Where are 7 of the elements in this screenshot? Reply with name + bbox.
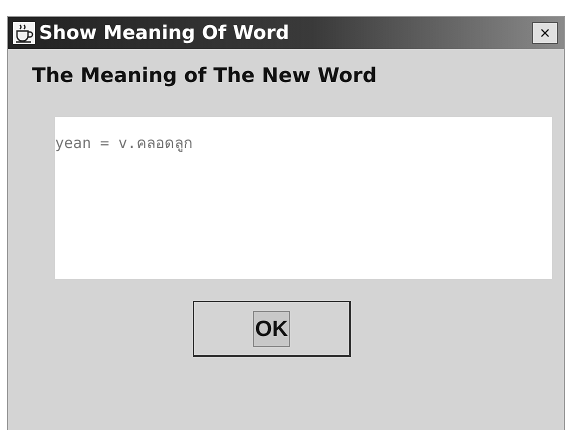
heading: The Meaning of The New Word — [32, 63, 378, 87]
ok-button[interactable]: OK — [193, 301, 351, 357]
meaning-text: yean = v.คลอดลูก — [55, 134, 192, 152]
text-area[interactable]: yean = v.คลอดลูก — [55, 117, 552, 279]
cup-icon — [13, 22, 35, 44]
window-title: Show Meaning Of Word — [39, 22, 290, 44]
close-button[interactable]: × — [532, 22, 558, 44]
